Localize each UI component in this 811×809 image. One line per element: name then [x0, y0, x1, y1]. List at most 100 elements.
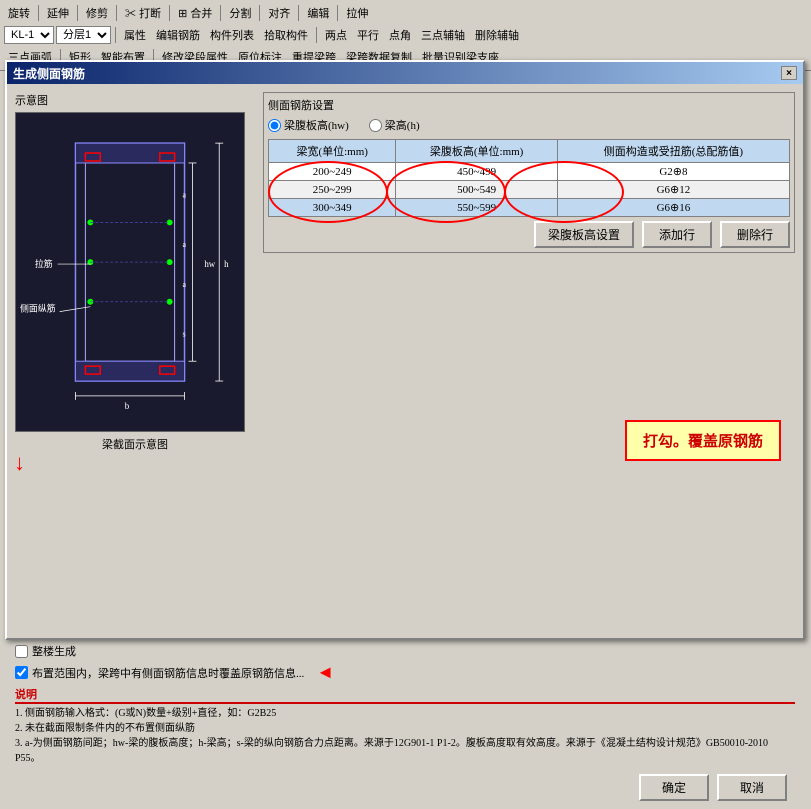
toolbar-extend[interactable]: 延伸	[43, 3, 73, 23]
dialog-close-button[interactable]: ×	[781, 66, 797, 80]
svg-text:a: a	[183, 240, 187, 249]
toolbar-component-list[interactable]: 构件列表	[206, 25, 258, 45]
kl-select[interactable]: KL-1	[4, 26, 54, 44]
toolbar-parallel[interactable]: 平行	[353, 25, 383, 45]
toolbar-three-point[interactable]: 三点辅轴	[417, 25, 469, 45]
note-item-1: 1. 侧面钢筋输入格式：(G或N)数量+级别+直径，如：G2B25	[15, 706, 795, 721]
diagram-box: 拉筋 侧面纵筋 hw h	[15, 112, 245, 432]
radio-row: 梁腹板高(hw) 梁高(h)	[268, 117, 790, 133]
annotation-box: 打勾。覆盖原钢筋	[625, 420, 781, 461]
toolbar-rotate[interactable]: 旋转	[4, 3, 34, 23]
left-panel: 示意图	[15, 92, 255, 630]
table-row: 200~249 450~499 G2⊕8	[269, 163, 790, 181]
table-cell-rebar-1[interactable]: G2⊕8	[557, 163, 789, 181]
diagram-section-label: 示意图	[15, 92, 255, 108]
bottom-section: 整楼生成 布置范围内，梁跨中有侧面钢筋信息时覆盖原钢筋信息... ◄ 说明 1.…	[7, 638, 803, 809]
notes-title: 说明	[15, 686, 795, 704]
whole-building-checkbox[interactable]	[15, 645, 28, 658]
toolbar-align[interactable]: 对齐	[264, 3, 294, 23]
table-header-hw: 梁腹板高(单位:mm)	[396, 140, 557, 163]
separator	[116, 5, 117, 21]
toolbar-merge[interactable]: ⊞ 合并	[174, 3, 216, 23]
svg-text:h: h	[224, 259, 229, 269]
toolbar-two-point[interactable]: 两点	[321, 25, 351, 45]
toolbar-edit-rebar[interactable]: 编辑钢筋	[152, 25, 204, 45]
table-cell-width-1[interactable]: 200~249	[269, 163, 396, 181]
separator	[169, 5, 170, 21]
table-cell-hw-1[interactable]: 450~499	[396, 163, 557, 181]
table-cell-width-3[interactable]: 300~349	[269, 199, 396, 217]
toolbar-angle[interactable]: 点角	[385, 25, 415, 45]
dialog-bottom-btns: 确定 取消	[15, 770, 795, 805]
main-dialog: 生成侧面钢筋 × 示意图	[5, 60, 805, 640]
table-wrapper: 梁宽(单位:mm) 梁腹板高(单位:mm) 侧面构造或受扭筋(总配筋值) 200…	[268, 139, 790, 217]
beam-diagram-svg: 拉筋 侧面纵筋 hw h	[16, 113, 244, 431]
svg-text:a: a	[183, 280, 187, 289]
separator	[337, 5, 338, 21]
radio-h-input[interactable]	[369, 119, 382, 132]
dialog-titlebar: 生成侧面钢筋 ×	[7, 62, 803, 84]
radio-hw-option[interactable]: 梁腹板高(hw)	[268, 117, 349, 133]
svg-text:拉筋: 拉筋	[35, 258, 53, 269]
separator	[259, 5, 260, 21]
separator	[220, 5, 221, 21]
separator	[77, 5, 78, 21]
radio-h-option[interactable]: 梁高(h)	[369, 117, 420, 133]
table-header-beam-width: 梁宽(单位:mm)	[269, 140, 396, 163]
overwrite-rebar-label: 布置范围内，梁跨中有侧面钢筋信息时覆盖原钢筋信息...	[32, 665, 304, 681]
separator	[316, 27, 317, 43]
table-cell-rebar-2[interactable]: G6⊕12	[557, 181, 789, 199]
toolbar-pick-component[interactable]: 拾取构件	[260, 25, 312, 45]
table-cell-hw-2[interactable]: 500~549	[396, 181, 557, 199]
cancel-button[interactable]: 取消	[717, 774, 787, 801]
svg-text:a: a	[183, 191, 187, 200]
beam-height-settings-button[interactable]: 梁腹板高设置	[534, 221, 634, 248]
add-row-button[interactable]: 添加行	[642, 221, 712, 248]
delete-row-button[interactable]: 删除行	[720, 221, 790, 248]
dialog-title: 生成侧面钢筋	[13, 65, 85, 82]
settings-table: 梁宽(单位:mm) 梁腹板高(单位:mm) 侧面构造或受扭筋(总配筋值) 200…	[268, 139, 790, 217]
down-arrow-annotation: ↓	[14, 450, 25, 476]
dialog-content: 示意图	[7, 84, 803, 638]
table-row: 250~299 500~549 G6⊕12	[269, 181, 790, 199]
toolbar-row-1: 旋转 延伸 修剪 ✂ 打断 ⊞ 合并 分割 对齐 编辑 拉伸	[4, 2, 807, 24]
table-cell-width-2[interactable]: 250~299	[269, 181, 396, 199]
diagram-caption: 梁截面示意图	[15, 436, 255, 452]
svg-text:b: b	[125, 401, 130, 411]
toolbar-stretch[interactable]: 拉伸	[342, 3, 372, 23]
whole-building-label: 整楼生成	[32, 643, 76, 659]
checkbox-row-1: 整楼生成	[15, 643, 795, 659]
toolbar-row-2: KL-1 分层1 属性 编辑钢筋 构件列表 拾取构件 两点 平行 点角 三点辅轴…	[4, 24, 807, 46]
toolbar-break[interactable]: ✂ 打断	[121, 3, 165, 23]
confirm-button[interactable]: 确定	[639, 774, 709, 801]
table-cell-hw-3[interactable]: 550~599	[396, 199, 557, 217]
svg-text:侧面纵筋: 侧面纵筋	[20, 303, 56, 314]
toolbar-split[interactable]: 分割	[225, 3, 255, 23]
separator	[115, 27, 116, 43]
svg-text:s: s	[183, 329, 186, 338]
note-item-3: 3. a-为侧面钢筋间距；hw-梁的腹板高度；h-梁高；s-梁的纵向钢筋合力点距…	[15, 736, 795, 766]
red-arrow-icon: ◄	[316, 662, 334, 683]
break-icon: ✂	[125, 8, 136, 20]
table-cell-rebar-3[interactable]: G6⊕16	[557, 199, 789, 217]
action-btn-row: 梁腹板高设置 添加行 删除行	[268, 221, 790, 248]
separator	[38, 5, 39, 21]
table-header-row: 梁宽(单位:mm) 梁腹板高(单位:mm) 侧面构造或受扭筋(总配筋值)	[269, 140, 790, 163]
overwrite-rebar-checkbox[interactable]	[15, 666, 28, 679]
annotation-text: 打勾。覆盖原钢筋	[643, 434, 763, 450]
svg-text:hw: hw	[204, 259, 215, 269]
toolbar-properties[interactable]: 属性	[120, 25, 150, 45]
notes-section: 说明 1. 侧面钢筋输入格式：(G或N)数量+级别+直径，如：G2B25 2. …	[15, 686, 795, 766]
toolbar-delete-aux[interactable]: 删除辅轴	[471, 25, 523, 45]
merge-icon: ⊞	[178, 8, 187, 20]
note-item-2: 2. 未在截面限制条件内的不布置侧面纵筋	[15, 721, 795, 736]
separator	[298, 5, 299, 21]
checkbox-row-2: 布置范围内，梁跨中有侧面钢筋信息时覆盖原钢筋信息... ◄	[15, 662, 795, 683]
toolbar-trim[interactable]: 修剪	[82, 3, 112, 23]
layer-select[interactable]: 分层1	[56, 26, 111, 44]
toolbar-edit[interactable]: 编辑	[303, 3, 333, 23]
table-row: 300~349 550~599 G6⊕16	[269, 199, 790, 217]
radio-h-label: 梁高(h)	[385, 117, 420, 133]
settings-title: 侧面钢筋设置	[268, 97, 790, 113]
radio-hw-input[interactable]	[268, 119, 281, 132]
